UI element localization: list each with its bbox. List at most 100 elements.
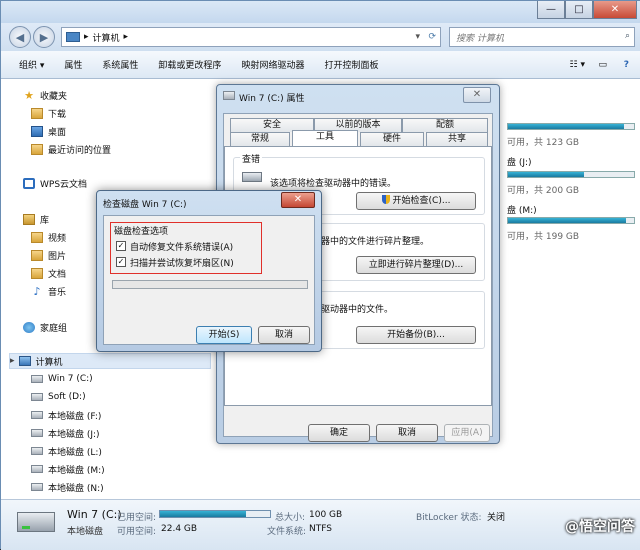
- start-check-button[interactable]: 开始检查(C)...: [356, 192, 476, 210]
- pictures-folder-icon: [31, 249, 43, 261]
- drive-icon: [223, 91, 235, 100]
- drive-icon: [31, 429, 43, 437]
- window-controls: — □ ✕: [537, 1, 637, 19]
- video-folder-icon: [31, 231, 43, 243]
- free-space-label: 可用空间:: [117, 527, 157, 537]
- sidebar-item-library[interactable]: 库: [23, 211, 49, 227]
- organize-menu[interactable]: 组织 ▾: [1, 58, 54, 71]
- sidebar-item-downloads[interactable]: 下载: [31, 105, 66, 121]
- defrag-button[interactable]: 立即进行碎片整理(D)...: [356, 256, 476, 274]
- breadcrumb[interactable]: 计算机: [93, 31, 120, 44]
- bitlocker-value: 关闭: [487, 513, 506, 523]
- sidebar-item-drive-l[interactable]: 本地磁盘 (L:): [31, 443, 102, 459]
- sidebar-item-pictures[interactable]: 图片: [31, 247, 66, 263]
- help-icon[interactable]: ?: [624, 60, 629, 70]
- drive-usage-bar: [507, 217, 635, 224]
- uninstall-button[interactable]: 卸载或更改程序: [148, 58, 231, 71]
- drive-icon: [31, 465, 43, 473]
- documents-folder-icon: [31, 267, 43, 279]
- sidebar-item-drive-f[interactable]: 本地磁盘 (F:): [31, 407, 101, 423]
- drive-usage-bar: [507, 123, 635, 130]
- map-network-drive-button[interactable]: 映射网络驱动器: [231, 58, 314, 71]
- sidebar-item-favorites[interactable]: ★ 收藏夹: [23, 87, 67, 103]
- sidebar-item-drive-n[interactable]: 本地磁盘 (N:): [31, 479, 104, 495]
- open-control-panel-button[interactable]: 打开控制面板: [314, 58, 388, 71]
- tab-general[interactable]: 常规: [230, 132, 290, 146]
- drive-icon: [31, 393, 43, 401]
- refresh-icon[interactable]: ⟳: [428, 32, 436, 42]
- system-properties-button[interactable]: 系统属性: [92, 58, 148, 71]
- sidebar-item-homegroup[interactable]: 家庭组: [23, 319, 67, 335]
- sidebar-item-drive-j[interactable]: 本地磁盘 (J:): [31, 425, 100, 441]
- sidebar-item-drive-c[interactable]: Win 7 (C:): [31, 371, 93, 387]
- sidebar-item-recent[interactable]: 最近访问的位置: [31, 141, 111, 157]
- start-backup-button[interactable]: 开始备份(B)...: [356, 326, 476, 344]
- start-button[interactable]: 开始(S): [196, 326, 252, 344]
- drive-label[interactable]: 盘 (J:): [507, 155, 532, 168]
- command-bar: 组织 ▾ 属性 系统属性 卸载或更改程序 映射网络驱动器 打开控制面板 ☷ ▾ …: [1, 51, 640, 79]
- sidebar-item-desktop[interactable]: 桌面: [31, 123, 66, 139]
- maximize-button[interactable]: □: [565, 1, 593, 19]
- close-button[interactable]: ✕: [593, 1, 637, 19]
- search-placeholder: 搜索 计算机: [456, 33, 504, 44]
- tab-quota[interactable]: 配额: [402, 118, 488, 132]
- close-button[interactable]: ✕: [463, 87, 491, 103]
- view-options-icon[interactable]: ☷ ▾: [570, 60, 585, 70]
- sidebar-item-drive-d[interactable]: Soft (D:): [31, 389, 86, 405]
- properties-button[interactable]: 属性: [54, 58, 92, 71]
- dropdown-icon[interactable]: ▾: [415, 32, 420, 42]
- sidebar-item-documents[interactable]: 文档: [31, 265, 66, 281]
- free-space-value: 22.4 GB: [161, 524, 198, 534]
- forward-icon[interactable]: ▶: [33, 26, 55, 48]
- sidebar-item-video[interactable]: 视频: [31, 229, 66, 245]
- tab-sharing[interactable]: 共享: [426, 132, 488, 146]
- drive-usage-fill: [508, 218, 627, 223]
- back-icon[interactable]: ◀: [9, 26, 31, 48]
- drive-icon: [31, 375, 43, 383]
- recent-places-icon: [31, 143, 43, 155]
- minimize-button[interactable]: —: [537, 1, 565, 19]
- used-space-fill: [160, 511, 246, 517]
- used-space-bar: [159, 510, 271, 518]
- file-system-value: NTFS: [309, 524, 332, 534]
- cancel-button[interactable]: 取消: [376, 424, 438, 442]
- dialog-title: Win 7 (C:) 属性: [239, 94, 305, 104]
- drive-icon: [31, 483, 43, 491]
- drive-usage-fill: [508, 124, 624, 129]
- computer-icon: [18, 356, 31, 366]
- close-button[interactable]: ✕: [281, 192, 315, 208]
- apply-button[interactable]: 应用(A): [444, 424, 490, 442]
- search-icon: ⌕: [624, 31, 630, 41]
- address-bar[interactable]: ▸ 计算机 ▸ ▾ ⟳: [61, 27, 441, 47]
- checkbox-checked-icon: ✓: [116, 257, 126, 267]
- group-description: 动器中的文件进行碎片整理。: [312, 237, 430, 247]
- auto-fix-checkbox[interactable]: ✓ 自动修复文件系统错误(A): [116, 240, 233, 253]
- bitlocker-label: BitLocker 状态:: [416, 513, 482, 523]
- cancel-button[interactable]: 取消: [258, 326, 310, 344]
- sidebar-item-music[interactable]: ♪ 音乐: [31, 283, 66, 299]
- computer-icon: [66, 32, 80, 42]
- group-description: 该选项将检查驱动器中的错误。: [270, 179, 397, 189]
- drive-free-text: 可用，共 200 GB: [507, 186, 580, 196]
- tab-hardware[interactable]: 硬件: [360, 132, 424, 146]
- search-input[interactable]: 搜索 计算机 ⌕: [449, 27, 635, 47]
- progress-bar: [112, 280, 308, 289]
- uac-shield-icon: [381, 195, 390, 204]
- music-icon: ♪: [33, 284, 41, 298]
- ok-button[interactable]: 确定: [308, 424, 370, 442]
- sidebar-item-wps[interactable]: WPS云文档: [23, 175, 87, 191]
- file-system-label: 文件系统:: [267, 527, 307, 537]
- chevron-right-icon: ▸: [84, 32, 89, 42]
- used-space-label: 已用空间:: [117, 513, 157, 523]
- tab-tools[interactable]: 工具: [292, 130, 358, 146]
- scan-bad-sectors-checkbox[interactable]: ✓ 扫描并尝试恢复坏扇区(N): [116, 256, 234, 269]
- preview-pane-icon[interactable]: ▭: [598, 60, 607, 70]
- sidebar-item-computer[interactable]: ▸ 计算机: [9, 353, 211, 369]
- hard-drive-icon: [242, 172, 262, 182]
- details-pane: Win 7 (C:) 已用空间: 可用空间: 22.4 GB 本地磁盘 总大小:…: [1, 499, 640, 550]
- drive-label[interactable]: 盘 (M:): [507, 203, 537, 216]
- total-size-label: 总大小:: [275, 513, 306, 523]
- address-row: ◀ ▶ ▸ 计算机 ▸ ▾ ⟳ 搜索 计算机 ⌕: [1, 23, 640, 51]
- title-bar: — □ ✕: [1, 1, 640, 23]
- sidebar-item-drive-m[interactable]: 本地磁盘 (M:): [31, 461, 105, 477]
